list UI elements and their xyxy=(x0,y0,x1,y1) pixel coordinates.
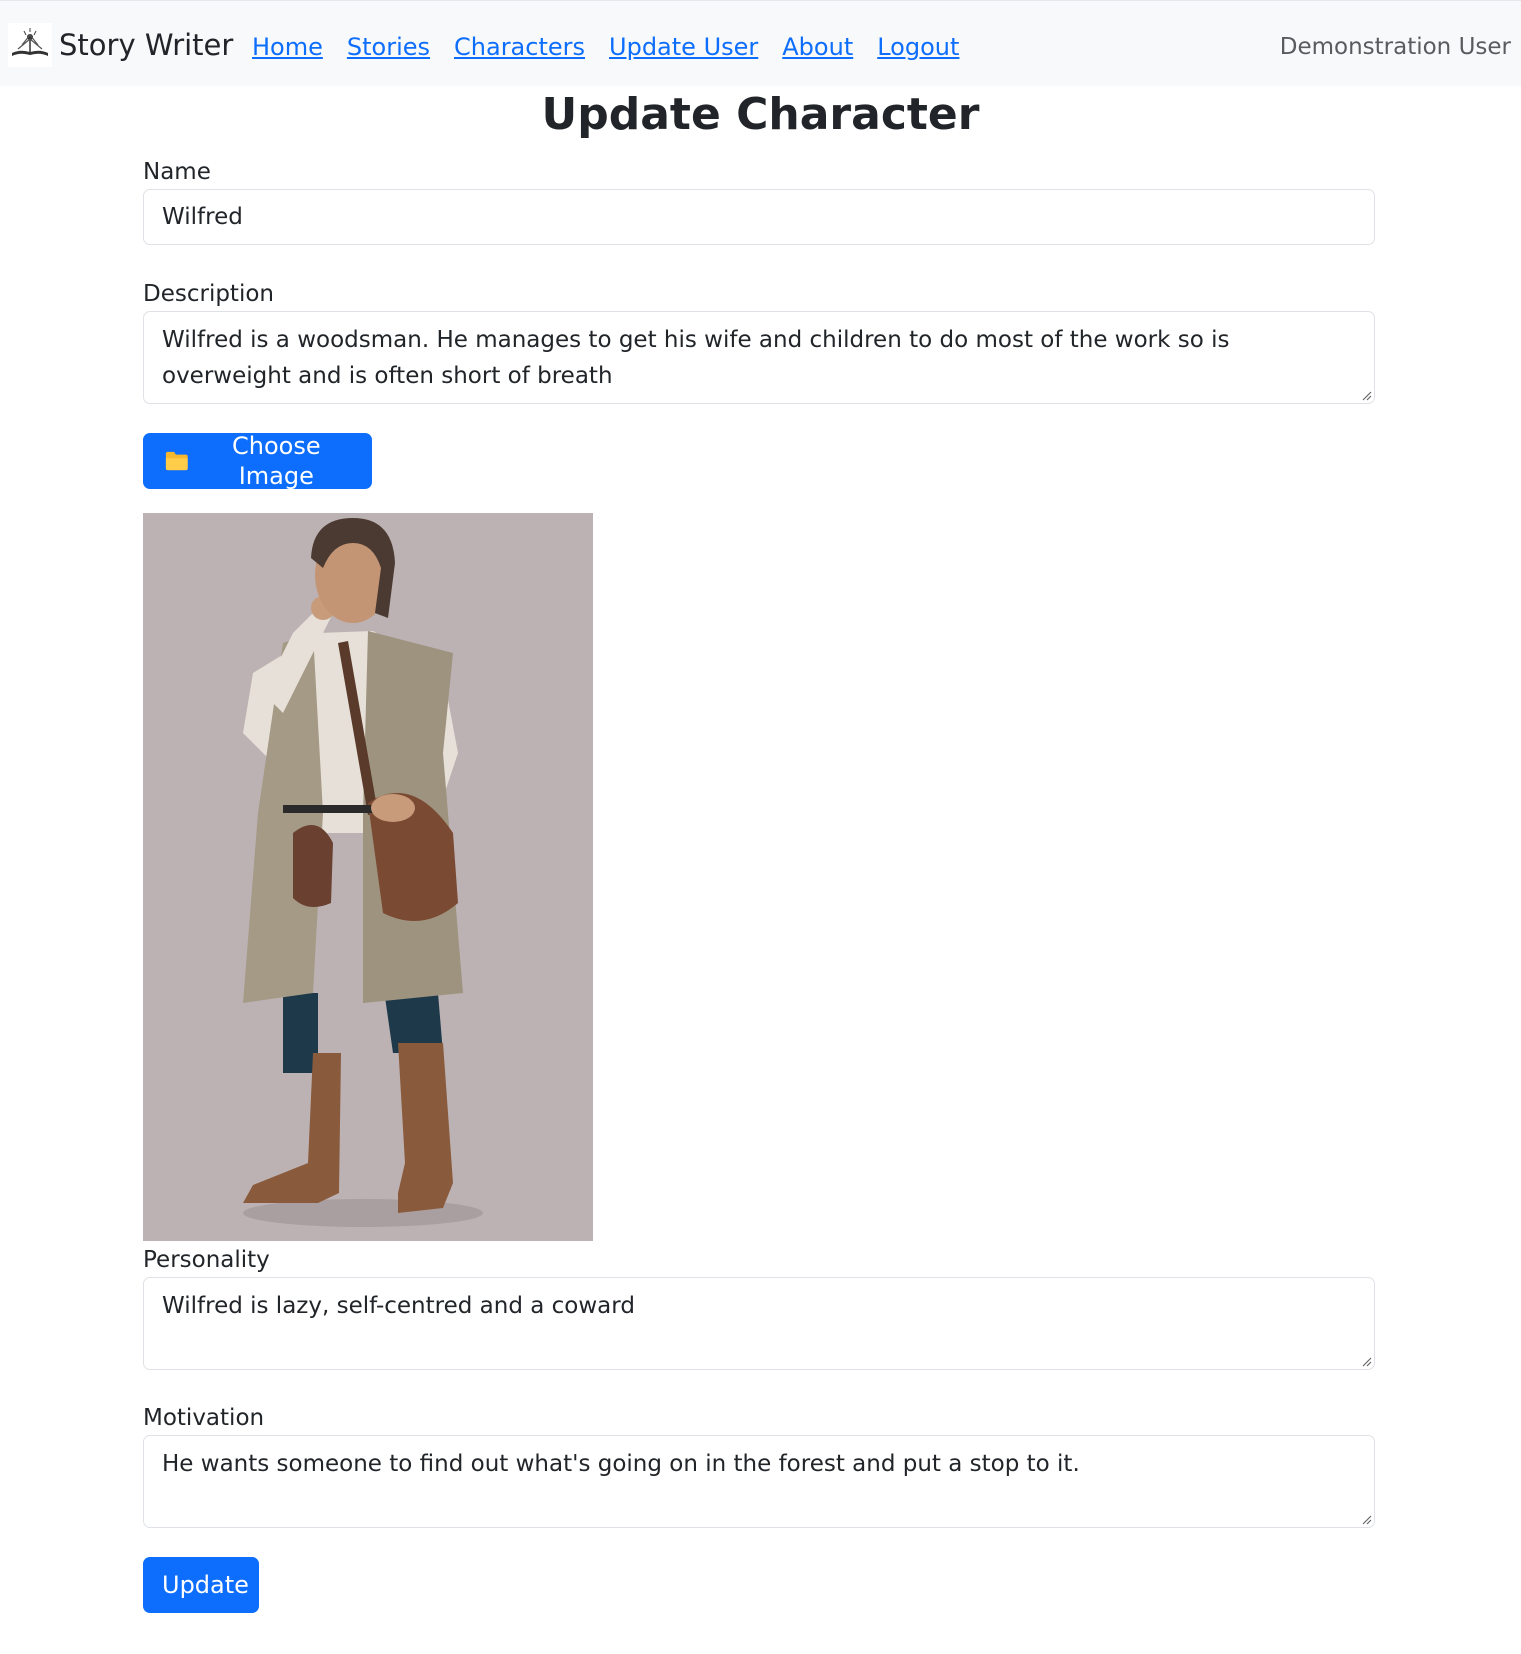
nav-link-update-user[interactable]: Update User xyxy=(609,31,758,63)
personality-text: Wilfred is lazy, self-centred and a cowa… xyxy=(162,1293,635,1319)
resize-grip-icon[interactable] xyxy=(1360,1355,1372,1367)
navbar: Story Writer Home Stories Characters Upd… xyxy=(0,0,1521,86)
folder-icon xyxy=(165,451,188,471)
personality-textarea[interactable]: Wilfred is lazy, self-centred and a cowa… xyxy=(143,1277,1375,1370)
update-button[interactable]: Update xyxy=(143,1557,259,1613)
character-figure xyxy=(243,518,483,1227)
current-user: Demonstration User xyxy=(1279,34,1511,60)
name-input[interactable] xyxy=(143,189,1375,245)
nav-link-stories[interactable]: Stories xyxy=(347,31,430,63)
motivation-label: Motivation xyxy=(143,1405,265,1431)
name-label: Name xyxy=(143,159,211,185)
page-title: Update Character xyxy=(541,89,980,140)
description-textarea[interactable]: Wilfred is a woodsman. He manages to get… xyxy=(143,311,1375,404)
motivation-text: He wants someone to find out what's goin… xyxy=(162,1451,1080,1477)
description-text: Wilfred is a woodsman. He manages to get… xyxy=(162,327,1230,389)
resize-grip-icon[interactable] xyxy=(1360,1513,1372,1525)
nav-link-about[interactable]: About xyxy=(782,31,853,63)
character-image xyxy=(143,513,593,1241)
choose-image-label: Choose Image xyxy=(231,432,321,490)
personality-label: Personality xyxy=(143,1247,270,1273)
nav-links: Home Stories Characters Update User Abou… xyxy=(252,31,983,63)
description-label: Description xyxy=(143,281,274,307)
motivation-textarea[interactable]: He wants someone to find out what's goin… xyxy=(143,1435,1375,1528)
nav-link-characters[interactable]: Characters xyxy=(454,31,585,63)
brand-title[interactable]: Story Writer xyxy=(59,27,233,63)
brand-logo[interactable] xyxy=(8,23,52,67)
resize-grip-icon[interactable] xyxy=(1360,389,1372,401)
nav-link-logout[interactable]: Logout xyxy=(877,31,959,63)
choose-image-button[interactable]: Choose Image xyxy=(143,432,372,490)
nav-link-home[interactable]: Home xyxy=(252,31,323,63)
